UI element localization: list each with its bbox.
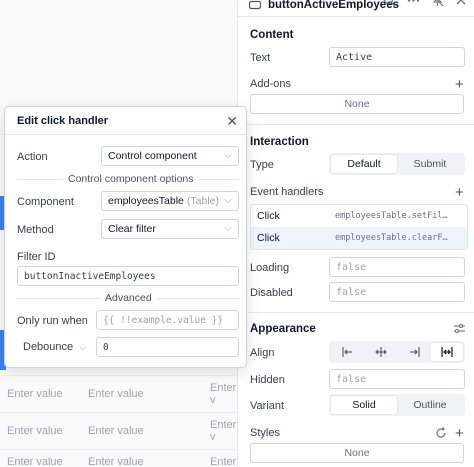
align-label: Align [250, 347, 275, 359]
type-option-default[interactable]: Default [331, 155, 397, 173]
method-select[interactable]: Clear filter ⌵ [101, 219, 239, 239]
table-cell[interactable]: Enter value [88, 425, 144, 437]
loading-input[interactable]: false [329, 257, 465, 277]
table-cell[interactable]: Enter value [88, 456, 144, 467]
close-icon[interactable] [455, 0, 469, 8]
table-cell[interactable]: Enter value [7, 425, 63, 437]
pin-icon[interactable] [431, 0, 445, 8]
variant-option-solid[interactable]: Solid [331, 396, 397, 414]
addons-field[interactable]: None [250, 94, 464, 114]
debounce-input[interactable]: 0 [96, 337, 239, 357]
table-cell[interactable]: Enter v [210, 382, 240, 406]
settings-sliders-icon[interactable] [453, 322, 467, 336]
text-label: Text [250, 52, 271, 64]
disabled-input[interactable]: false [329, 282, 465, 302]
handler-code: employeesTable.setFil… [335, 211, 448, 221]
align-center-icon[interactable] [364, 343, 397, 361]
styles-label: Styles [250, 427, 280, 439]
align-left-icon[interactable] [331, 343, 364, 361]
handler-event: Click [257, 232, 280, 244]
add-event-handler-icon[interactable]: + [455, 185, 464, 200]
section-divider [237, 124, 474, 125]
add-addon-icon[interactable]: + [455, 77, 464, 92]
text-input[interactable]: Active [329, 47, 465, 67]
search-icon[interactable] [383, 0, 397, 8]
table-cell[interactable]: Enter value [7, 388, 63, 400]
action-value: Control component [108, 150, 197, 162]
variant-option-outline[interactable]: Outline [397, 396, 463, 414]
disabled-label: Disabled [250, 287, 293, 299]
debounce-label-text: Debounce [23, 341, 74, 353]
align-right-icon[interactable] [397, 343, 430, 361]
reset-styles-icon[interactable] [435, 427, 449, 441]
action-select[interactable]: Control component ⌵ [101, 146, 239, 166]
variant-label: Variant [250, 400, 285, 412]
chevron-down-icon: ⌵ [224, 195, 232, 206]
advanced-title: Advanced [100, 292, 157, 304]
section-title-interaction: Interaction [250, 136, 309, 148]
align-toggle [329, 341, 465, 363]
only-run-when-label: Only run when [17, 315, 88, 327]
modal-divider [5, 134, 246, 135]
inspector-header: buttonActiveEmployees [238, 0, 474, 16]
button-component-icon [248, 0, 262, 12]
table-row[interactable]: Enter value Enter value Enter v [0, 412, 240, 448]
event-handler-row[interactable]: Click employeesTable.clearF… [251, 227, 467, 249]
header-divider [237, 16, 474, 17]
table-cell[interactable]: Enter value [88, 388, 144, 400]
addons-label: Add-ons [250, 78, 291, 90]
modal-title: Edit click handler [17, 115, 109, 127]
chevron-down-icon: ⌵ [79, 342, 87, 352]
filter-id-label: Filter ID [17, 251, 56, 263]
action-label: Action [17, 151, 48, 163]
component-name[interactable]: buttonActiveEmployees [268, 0, 399, 11]
type-option-submit[interactable]: Submit [397, 155, 463, 173]
event-handlers-list: Click employeesTable.setFil… Click emplo… [250, 204, 468, 250]
add-style-icon[interactable]: + [455, 426, 464, 441]
close-icon[interactable]: ✕ [226, 113, 238, 130]
component-label: Component [17, 196, 74, 208]
method-label: Method [17, 224, 54, 236]
loading-label: Loading [250, 262, 290, 274]
align-stretch-icon[interactable] [430, 343, 463, 361]
type-toggle: Default Submit [329, 153, 465, 175]
variant-toggle: Solid Outline [329, 394, 465, 416]
component-value: employeesTable [108, 195, 184, 207]
table-cell[interactable]: Enter v [210, 419, 240, 443]
section-divider [237, 312, 474, 313]
styles-field[interactable]: None [250, 443, 464, 463]
handler-event: Click [257, 210, 280, 222]
event-handlers-label: Event handlers [250, 186, 324, 198]
event-handler-row[interactable]: Click employeesTable.setFil… [251, 205, 467, 227]
chevron-down-icon: ⌵ [224, 150, 232, 161]
table-row[interactable]: Enter value Enter value Enter v [0, 375, 240, 411]
edit-click-handler-modal: Edit click handler ✕ Action Control comp… [4, 106, 247, 368]
more-options-icon[interactable] [407, 0, 421, 8]
section-title-appearance: Appearance [250, 323, 316, 335]
type-label: Type [250, 159, 274, 171]
component-select[interactable]: employeesTable (Table) ⌵ [101, 191, 239, 211]
table-cell[interactable]: Enter v [210, 456, 240, 467]
table-cell[interactable]: Enter value [7, 456, 63, 467]
component-type: (Table) [186, 195, 219, 207]
method-value: Clear filter [108, 223, 156, 235]
handler-code: employeesTable.clearF… [335, 233, 448, 243]
group-title: Control component options [63, 173, 199, 185]
table-row[interactable]: Enter value Enter value Enter v [0, 449, 240, 467]
hidden-input[interactable]: false [329, 369, 465, 389]
debounce-label[interactable]: Debounce ⌵ [23, 341, 86, 353]
hidden-label: Hidden [250, 374, 285, 386]
only-run-when-input[interactable]: {{ !!example.value }} [96, 310, 239, 330]
chevron-down-icon: ⌵ [224, 223, 232, 234]
section-title-content: Content [250, 29, 294, 41]
filter-id-input[interactable]: buttonInactiveEmployees [17, 266, 239, 286]
